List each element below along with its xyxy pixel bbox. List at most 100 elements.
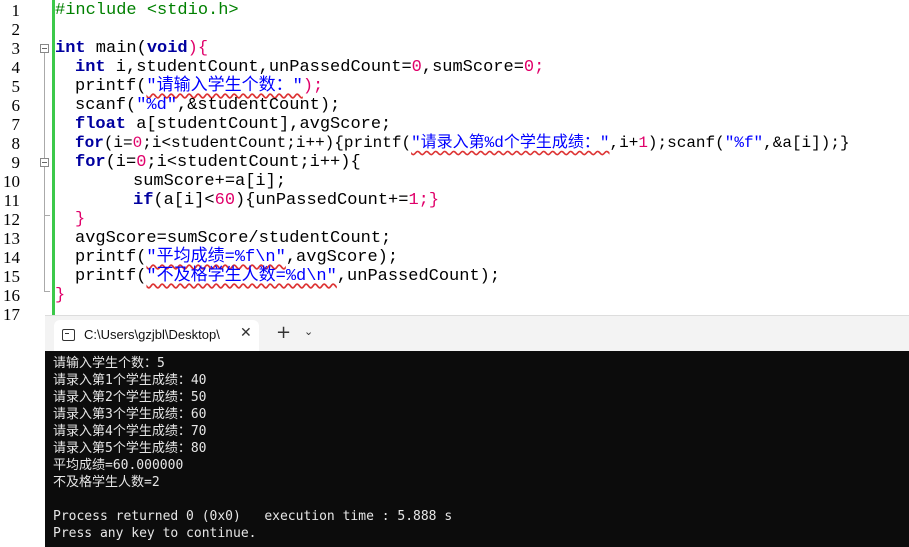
code-text: main(: [85, 39, 147, 58]
tab-title: C:\Users\gzjbl\Desktop\: [84, 327, 220, 342]
line-number: 2: [11, 20, 21, 39]
code-line-15[interactable]: printf("不及格学生人数=%d\n",unPassedCount);: [75, 267, 500, 286]
code-text: }: [75, 210, 86, 229]
code-line-5[interactable]: printf("请输入学生个数：");: [75, 77, 323, 96]
number-literal: 60: [214, 191, 236, 210]
string-literal: "请输入学生个数：": [146, 77, 303, 96]
code-line-4[interactable]: int i,studentCount,unPassedCount=0,sumSc…: [75, 58, 544, 77]
output-line: 请录入第3个学生成绩：60: [53, 407, 207, 422]
code-text: );: [302, 77, 324, 96]
line-number: 16: [3, 286, 20, 305]
code-line-9[interactable]: for(i=0;i<studentCount;i++){: [75, 153, 361, 172]
code-text: }: [55, 286, 66, 305]
code-text: a[studentCount],avgScore;: [126, 115, 392, 134]
output-line: 请录入第5个学生成绩：80: [53, 441, 207, 456]
code-text: printf(: [75, 77, 147, 96]
line-number: 12: [3, 210, 20, 229]
line-number: 5: [11, 77, 21, 96]
line-number: 14: [3, 248, 20, 267]
fold-end-marker: [44, 215, 50, 216]
terminal-window[interactable]: C:\Users\gzjbl\Desktop\ ✕ + ⌄ 请输入学生个数：5 请…: [45, 315, 909, 547]
line-number: 7: [11, 115, 21, 134]
code-line-10[interactable]: sumScore+=a[i];: [133, 172, 286, 191]
string-literal: "请录入第%d个学生成绩：": [411, 134, 610, 152]
line-number: 9: [11, 153, 21, 172]
code-text: (i=: [103, 134, 133, 152]
output-line: 不及格学生人数=2: [53, 475, 160, 490]
terminal-output: 请输入学生个数：5 请录入第1个学生成绩：40 请录入第2个学生成绩：50 请录入第3…: [53, 355, 452, 542]
output-line: 请输入学生个数：5: [53, 356, 165, 371]
terminal-icon: [62, 329, 75, 341]
line-number: 13: [3, 229, 20, 248]
number-literal: 0: [132, 134, 143, 152]
output-line: Process returned 0 (0x0) execution time …: [53, 509, 453, 524]
keyword: void: [146, 39, 188, 58]
keyword: for: [75, 134, 104, 152]
keyword: if: [133, 191, 154, 210]
code-line-8[interactable]: for(i=0;i<studentCount;i++){printf("请录入第…: [75, 134, 850, 153]
line-number: 17: [3, 305, 20, 324]
code-text: ,sumScore=: [421, 58, 524, 77]
line-number: 1: [11, 1, 21, 20]
fold-end-marker: [44, 291, 50, 292]
code-text: sumScore+=a[i];: [133, 172, 287, 191]
code-line-7[interactable]: float a[studentCount],avgScore;: [75, 115, 391, 134]
code-line-14[interactable]: printf("平均成绩=%f\n",avgScore);: [75, 248, 398, 267]
code-text: ,unPassedCount);: [336, 267, 501, 286]
line-number-gutter: 1 2 3 4 5 6 7 8 9 10 11 12 13 14 15 16 1…: [0, 0, 36, 547]
code-text: ){unPassedCount+=: [235, 191, 409, 210]
new-tab-button[interactable]: +: [276, 322, 291, 343]
code-line-12[interactable]: }: [75, 210, 85, 229]
code-text: scanf(: [75, 96, 137, 115]
number-literal: 1: [638, 134, 648, 152]
code-text: ;i<studentCount;i++){: [146, 153, 361, 172]
chevron-down-icon[interactable]: ⌄: [304, 325, 313, 338]
string-literal: "%d": [136, 96, 178, 115]
output-line: 请录入第2个学生成绩：50: [53, 390, 207, 405]
string-literal: "%f": [724, 134, 764, 152]
string-literal: "不及格学生人数=%d\n": [146, 267, 337, 286]
code-text: ;: [534, 58, 545, 77]
code-text: printf(: [75, 267, 147, 286]
code-text: ,&a[i]);}: [763, 134, 850, 152]
code-text: avgScore=sumScore/studentCount;: [75, 229, 392, 248]
line-number: 4: [11, 58, 21, 77]
code-text: (i=: [105, 153, 137, 172]
number-literal: 0: [411, 58, 422, 77]
line-number: 3: [11, 39, 21, 58]
code-text: (a[i]<: [153, 191, 215, 210]
code-line-6[interactable]: scanf("%d",&studentCount);: [75, 96, 340, 115]
output-line: Press any key to continue.: [53, 526, 257, 541]
code-text: ,&studentCount);: [177, 96, 341, 115]
fold-toggle-main[interactable]: [40, 44, 49, 53]
string-literal: "平均成绩=%f\n": [146, 248, 286, 267]
code-text: i,studentCount,unPassedCount=: [105, 58, 412, 77]
code-line-13[interactable]: avgScore=sumScore/studentCount;: [75, 229, 391, 248]
code-line-1[interactable]: #include <stdio.h>: [55, 1, 239, 20]
terminal-tab[interactable]: C:\Users\gzjbl\Desktop\ ✕: [54, 320, 259, 351]
keyword: int: [55, 39, 86, 58]
keyword: float: [75, 115, 127, 134]
code-text: ;i<studentCount;i++){printf(: [142, 134, 412, 152]
output-line: 请录入第1个学生成绩：40: [53, 373, 207, 388]
fold-toggle-for[interactable]: [40, 158, 49, 167]
code-text: ,i+: [609, 134, 639, 152]
code-line-3[interactable]: int main(void){: [55, 39, 208, 58]
output-line: 请录入第4个学生成绩：70: [53, 424, 207, 439]
keyword: int: [75, 58, 106, 77]
line-number: 10: [3, 172, 20, 191]
code-text: ){: [187, 39, 209, 58]
line-number: 6: [11, 96, 21, 115]
keyword: for: [75, 153, 106, 172]
terminal-tab-bar: C:\Users\gzjbl\Desktop\ ✕ + ⌄: [45, 315, 909, 351]
close-icon[interactable]: ✕: [240, 325, 252, 341]
number-literal: 0: [523, 58, 535, 77]
code-line-11[interactable]: if(a[i]<60){unPassedCount+=1;}: [133, 191, 439, 210]
number-literal: 0: [136, 153, 147, 172]
code-text: ,avgScore);: [285, 248, 399, 267]
code-text: );scanf(: [647, 134, 725, 152]
fold-guide: [44, 53, 45, 291]
output-line: 平均成绩=60.000000: [53, 458, 184, 473]
code-line-16[interactable]: }: [55, 286, 65, 305]
